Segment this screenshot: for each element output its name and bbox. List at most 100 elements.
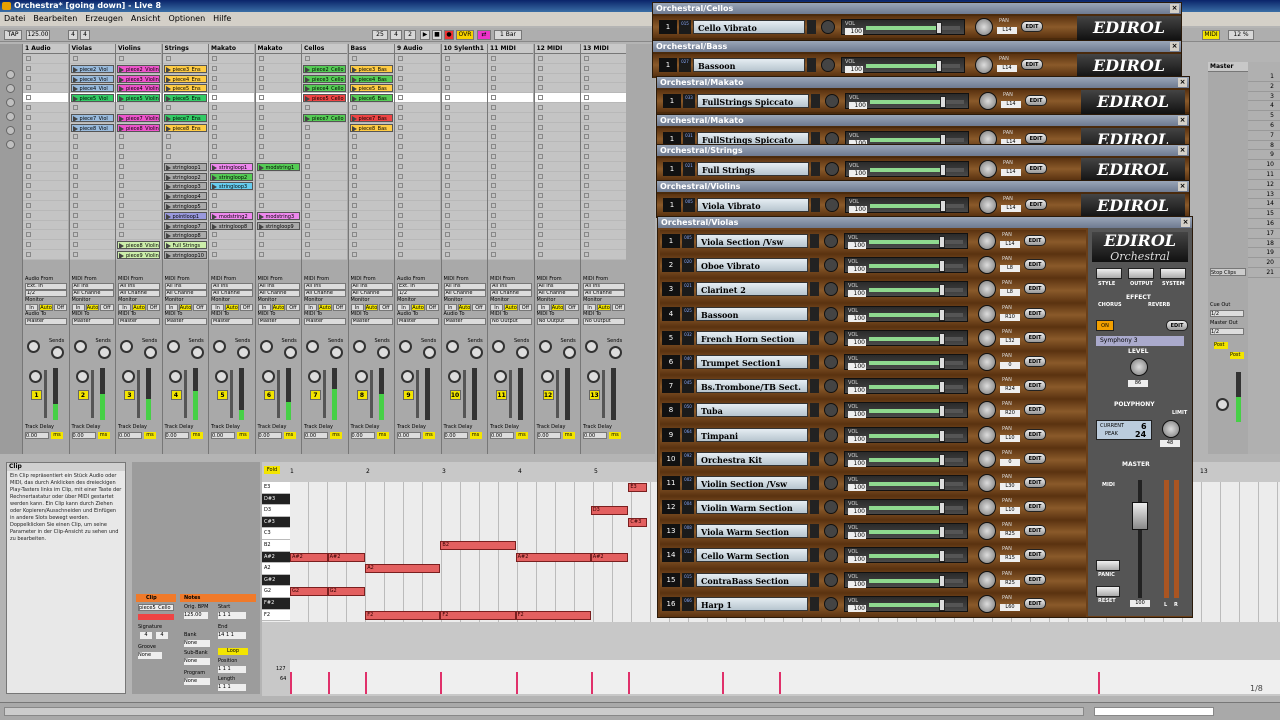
monitor-auto-button[interactable]: Auto (597, 304, 611, 311)
instrument-arrow-icon[interactable] (811, 198, 820, 212)
panic-button[interactable] (1096, 560, 1120, 571)
overview-map[interactable] (1094, 707, 1214, 716)
clip-stop-icon[interactable] (584, 163, 589, 169)
clip-slot[interactable] (534, 63, 580, 74)
clip-slot[interactable]: piece8_Violins (116, 240, 161, 250)
monitor-auto-button[interactable]: Auto (550, 304, 565, 311)
scene-launch[interactable]: 13 (1248, 190, 1280, 200)
part-number[interactable]: 12 (662, 500, 680, 515)
output-select[interactable]: No Output (536, 318, 579, 325)
clip-slot[interactable] (488, 132, 533, 143)
volume-thumb[interactable] (939, 284, 946, 297)
signature-den[interactable]: 4 (80, 30, 90, 40)
clip-stop-icon[interactable] (119, 134, 124, 140)
clip-slot[interactable] (395, 54, 440, 64)
clip-stop-icon[interactable] (119, 173, 124, 179)
clip-slot[interactable] (69, 220, 115, 231)
volume-thumb[interactable] (940, 200, 947, 212)
monitor-off-button[interactable]: Off (565, 304, 579, 311)
clip-stop-icon[interactable] (444, 144, 450, 150)
volume-fader[interactable] (416, 370, 419, 418)
clip-slot[interactable] (23, 171, 68, 182)
clip-slot[interactable]: piece7_Viol (69, 112, 115, 123)
pan-knob[interactable] (978, 498, 996, 517)
clip-slot[interactable] (581, 73, 626, 84)
clip-stop-icon[interactable] (491, 222, 496, 228)
clip-slot[interactable] (209, 191, 254, 201)
clip[interactable]: piece5_Ens (163, 94, 207, 103)
clip-slot[interactable]: stringloop5 (162, 200, 208, 211)
clip-stop-icon[interactable] (258, 153, 264, 159)
clip-slot[interactable]: modstring2 (209, 210, 254, 221)
input-source-select[interactable]: All Ins (257, 283, 300, 290)
clip-slot[interactable] (255, 122, 301, 133)
end-field[interactable]: 14 1 1 (218, 632, 246, 639)
clip-stop-icon[interactable] (165, 144, 171, 150)
volume-slider[interactable]: VOL100 (844, 450, 968, 467)
volume-thumb[interactable] (939, 574, 946, 587)
track-delay-unit[interactable]: ms (330, 432, 342, 439)
clip-stop-icon[interactable] (444, 202, 450, 208)
clip-slot[interactable] (534, 220, 580, 231)
clip-stop-icon[interactable] (26, 104, 31, 110)
clip-slot[interactable] (395, 151, 440, 162)
edit-button[interactable]: EDIT (1024, 355, 1046, 367)
clip-stop-icon[interactable] (72, 153, 78, 159)
clip-slot[interactable] (302, 220, 347, 231)
clip-slot[interactable] (581, 83, 626, 94)
midi-note[interactable]: D3 (590, 506, 629, 516)
clip-stop-icon[interactable] (26, 251, 31, 257)
clip[interactable]: piece7_Violins (117, 113, 160, 122)
clip-slot[interactable]: piece8_Bas (348, 122, 394, 133)
clip-stop-icon[interactable] (491, 242, 496, 248)
volume-thumb[interactable] (939, 405, 946, 418)
part-number[interactable]: 8 (662, 403, 680, 418)
instrument-arrow-icon[interactable] (810, 451, 819, 466)
clip-sig-num[interactable]: 4 (140, 632, 152, 639)
clip-stop-icon[interactable] (584, 56, 589, 61)
program-number[interactable]: 064 (682, 427, 694, 442)
clip[interactable]: piece4_Bas (349, 74, 393, 83)
pan-knob[interactable] (261, 370, 275, 383)
piano-key[interactable]: D#3 (262, 493, 290, 506)
edit-button[interactable]: EDIT (1025, 133, 1047, 144)
orig-bpm-field[interactable]: 125.00 (184, 612, 208, 619)
clip-slot[interactable] (348, 181, 394, 192)
program-number[interactable]: 045 (682, 379, 694, 394)
send-b-knob[interactable] (237, 346, 250, 359)
clip-stop-icon[interactable] (537, 232, 543, 238)
menu-datei[interactable]: Datei (0, 12, 29, 26)
clip-slot[interactable] (488, 54, 533, 64)
volume-fader[interactable] (323, 370, 326, 418)
clip-slot[interactable]: piece2_Viol (69, 63, 115, 74)
volume-thumb[interactable] (939, 381, 946, 394)
clip-stop-icon[interactable] (398, 153, 403, 159)
clip-stop-icon[interactable] (351, 144, 357, 150)
clip-stop-icon[interactable] (351, 153, 357, 159)
clip-slot[interactable] (23, 73, 68, 84)
clip-slot[interactable]: piece5_Viol (69, 93, 115, 103)
tap-button[interactable]: TAP (4, 30, 22, 40)
clip-slot[interactable] (488, 63, 533, 74)
clip-slot[interactable] (69, 230, 115, 241)
send-b-knob[interactable] (330, 346, 343, 359)
part-number[interactable]: 16 (662, 596, 680, 611)
clip-slot[interactable] (209, 142, 254, 152)
clip-slot[interactable]: piece5_Violins (116, 93, 161, 103)
clip-slot[interactable] (69, 151, 115, 162)
clip-stop-icon[interactable] (444, 232, 450, 238)
clip-slot[interactable] (348, 102, 394, 113)
output-select[interactable]: Master (443, 318, 486, 325)
clip-stop-icon[interactable] (351, 173, 357, 179)
clip-stop-icon[interactable] (537, 242, 543, 248)
volume-thumb[interactable] (939, 236, 946, 248)
side-toggle-2[interactable] (6, 98, 15, 107)
velocity-bar[interactable] (327, 672, 330, 694)
program-number[interactable]: 066 (682, 596, 694, 611)
clip-slot[interactable] (534, 112, 580, 123)
clip-stop-icon[interactable] (398, 104, 403, 110)
velocity-bar[interactable] (722, 672, 725, 694)
cue-out-select[interactable]: 1/2 (1210, 310, 1244, 317)
volume-fader[interactable] (90, 370, 94, 418)
monitor-in-button[interactable]: In (304, 304, 318, 311)
